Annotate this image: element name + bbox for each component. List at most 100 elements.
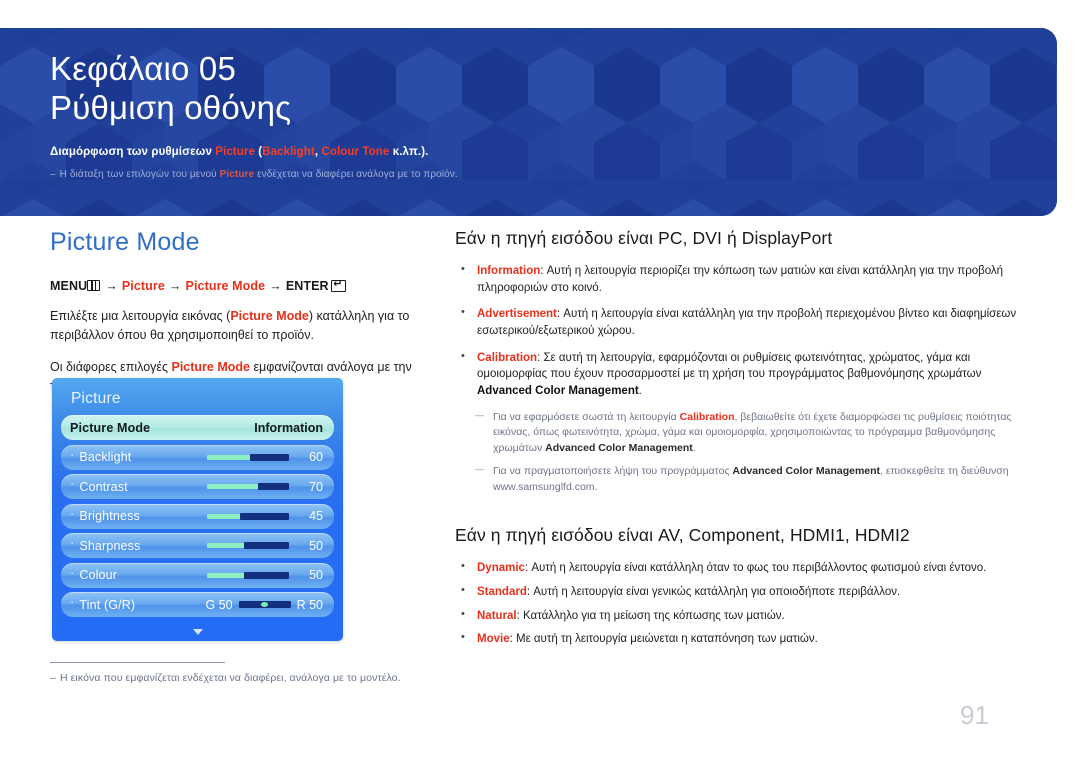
osd-scroll-down[interactable] — [61, 622, 334, 640]
osd-slider-sharpness[interactable] — [207, 542, 289, 549]
bullet-text-standard: : Αυτή η λειτουργία είναι γενικώς κατάλλ… — [526, 586, 901, 599]
page-number: 91 — [960, 700, 989, 730]
arrow-right-icon-2: → — [168, 279, 182, 293]
bullet-list-pc-sources: Information: Αυτή η λειτουργία περιορίζε… — [455, 262, 1035, 400]
note-dash-icon: – — [50, 168, 56, 180]
osd-value-sharpness: 50 — [309, 538, 323, 553]
bullet-term-dynamic: Dynamic — [477, 562, 525, 575]
osd-tint-red-value: R 50 — [296, 597, 323, 612]
bullet-term-advertisement: Advertisement — [477, 308, 557, 321]
arrow-right-icon-1: → — [105, 279, 118, 293]
osd-row-picture-mode[interactable]: Picture Mode Information — [61, 415, 334, 440]
osd-label-tint: Tint (G/R) — [79, 597, 136, 612]
bullet-term-natural: Natural — [477, 609, 517, 622]
osd-slider-backlight[interactable] — [207, 453, 289, 461]
osd-value-brightness: 45 — [309, 509, 323, 523]
subtitle-highlight-picture: Picture — [215, 145, 255, 158]
osd-label-picture-mode: Picture Mode — [70, 420, 151, 435]
footnote-text: – Η εικόνα που εμφανίζεται ενδέχεται να δ… — [50, 672, 430, 684]
slider-fill — [207, 543, 244, 548]
note-list-calibration: Για να εφαρμόσετε σωστά τη λειτουργία Ca… — [475, 409, 1035, 496]
note-bold-acm-2: Advanced Color Management — [732, 464, 881, 477]
page-title: Picture Mode — [50, 228, 200, 256]
note-highlight-picture: Picture — [219, 168, 255, 180]
menu-navigation-path: MENU → Picture → Picture Mode → ENTER — [50, 278, 430, 293]
osd-slider-brightness[interactable] — [207, 512, 289, 520]
osd-menu-panel: Picture Picture Mode Information · Backl… — [52, 378, 343, 641]
subheading-av-component-hdmi: Εάν η πηγή εισόδου είναι AV, Component, … — [455, 525, 910, 546]
osd-bullet-icon: · — [70, 564, 75, 580]
osd-row-colour[interactable]: · Colour 50 — [61, 562, 334, 588]
osd-value-colour: 50 — [309, 568, 323, 582]
bullet-text-natural: : Κατάλληλο για τη μείωση της κόπωσης τω… — [516, 609, 785, 622]
menu-grid-icon — [87, 280, 101, 291]
list-item: Advertisement: Αυτή η λειτουργία είναι κ… — [455, 305, 1035, 339]
osd-row-sharpness[interactable]: · Sharpness 50 — [61, 533, 334, 558]
bullet-term-calibration: Calibration — [477, 351, 538, 364]
slider-fill — [207, 484, 258, 489]
slider-rest — [257, 483, 289, 490]
osd-bullet-icon: · — [70, 535, 75, 550]
osd-value-backlight: 60 — [309, 450, 323, 464]
osd-tint-green-value: G 50 — [205, 597, 233, 612]
bullet-text-calibration: : Σε αυτή τη λειτουργία, εφαρμόζονται οι… — [477, 351, 982, 381]
list-item: Natural: Κατάλληλο για τη μείωση της κόπ… — [455, 607, 1035, 625]
list-item: Calibration: Σε αυτή τη λειτουργία, εφαρ… — [455, 349, 1035, 400]
note-post-1: . — [692, 442, 696, 455]
paragraph2-highlight: Picture Mode — [171, 359, 250, 374]
banner-subtitle: Διαμόρφωση των ρυθμίσεων Picture (Backli… — [50, 146, 1057, 158]
bullet-text-movie: : Με αυτή τη λειτουργία μειώνεται η κατα… — [509, 633, 818, 646]
banner-note: – Η διάταξη των επιλογών του μενού Pictur… — [50, 169, 1057, 180]
osd-row-tint[interactable]: · Tint (G/R) G 50 R 50 — [61, 592, 334, 617]
footnote-body: Η εικόνα που εμφανίζεται ενδέχεται να δι… — [59, 672, 401, 684]
list-item: Dynamic: Αυτή η λειτουργία είναι κατάλλη… — [455, 559, 1035, 577]
slider-rest — [243, 542, 289, 549]
paragraph2-pre: Οι διάφορες επιλογές — [50, 359, 172, 374]
slider-fill — [207, 572, 244, 578]
osd-slider-colour[interactable] — [207, 571, 289, 579]
list-item: Για να πραγματοποιήσετε λήψη του προγράμ… — [475, 463, 1035, 496]
bullet-text-information: : Αυτή η λειτουργία περιορίζει την κόπωσ… — [477, 265, 1004, 294]
osd-value-contrast: 70 — [309, 479, 323, 494]
osd-bullet-icon: · — [70, 446, 75, 462]
subheading-pc-dvi-displayport: Εάν η πηγή εισόδου είναι PC, DVI ή Displ… — [455, 228, 833, 248]
list-item: Information: Αυτή η λειτουργία περιορίζε… — [455, 262, 1035, 296]
osd-row-contrast[interactable]: · Contrast 70 — [61, 474, 334, 499]
osd-tint-knob[interactable] — [260, 602, 268, 607]
paragraph1-highlight: Picture Mode — [230, 309, 309, 323]
list-item: Movie: Με αυτή τη λειτουργία μειώνεται η… — [455, 630, 1035, 648]
osd-tint-control[interactable]: G 50 R 50 — [205, 598, 323, 612]
osd-bullet-icon: · — [70, 476, 75, 491]
bullet-term-information: Information — [477, 265, 541, 277]
slider-fill — [207, 513, 240, 519]
bullet-bold-acm: Advanced Color Management — [477, 385, 639, 398]
osd-row-backlight[interactable]: · Backlight 60 — [61, 444, 334, 470]
bullet-term-standard: Standard — [477, 586, 527, 599]
osd-tint-bar[interactable] — [238, 601, 291, 608]
osd-label-sharpness: Sharpness — [79, 538, 141, 553]
bullet-list-av-sources: Dynamic: Αυτή η λειτουργία είναι κατάλλη… — [455, 559, 1035, 648]
note-bold-acm-1: Advanced Color Management — [545, 442, 693, 455]
osd-label-brightness: Brightness — [79, 509, 140, 523]
paragraph-picture-mode-intro: Επιλέξτε μια λειτουργία εικόνας (Picture… — [50, 307, 430, 346]
subtitle-highlight-colour-tone: Colour Tone — [321, 145, 390, 158]
bullet-text-dynamic: : Αυτή η λειτουργία είναι κατάλληλη όταν… — [524, 562, 987, 575]
osd-slider-contrast[interactable] — [207, 483, 289, 490]
slider-rest — [249, 453, 289, 461]
osd-panel-title: Picture — [71, 390, 121, 407]
bullet-term-movie: Movie — [477, 633, 510, 646]
note-pre-2: Για να πραγματοποιήσετε λήψη του προγράμ… — [493, 464, 733, 477]
list-item: Για να εφαρμόσετε σωστά τη λειτουργία Ca… — [475, 409, 1035, 457]
subtitle-highlight-backlight: Backlight — [262, 145, 315, 158]
chapter-title: Ρύθμιση οθόνης — [50, 88, 292, 126]
slider-rest — [239, 512, 289, 520]
paragraph1-pre: Επιλέξτε μια λειτουργία εικόνας ( — [50, 309, 231, 323]
list-item: Standard: Αυτή η λειτουργία είναι γενικώ… — [455, 583, 1035, 601]
menu-path-menu-label: MENU — [50, 279, 88, 293]
osd-bullet-icon: · — [70, 594, 75, 609]
osd-row-brightness[interactable]: · Brightness 45 — [61, 503, 334, 529]
osd-label-colour: Colour — [79, 568, 118, 582]
note-red-calibration: Calibration — [679, 410, 735, 423]
menu-path-enter-label: ENTER — [285, 279, 329, 293]
menu-path-step-picture: Picture — [121, 279, 165, 293]
